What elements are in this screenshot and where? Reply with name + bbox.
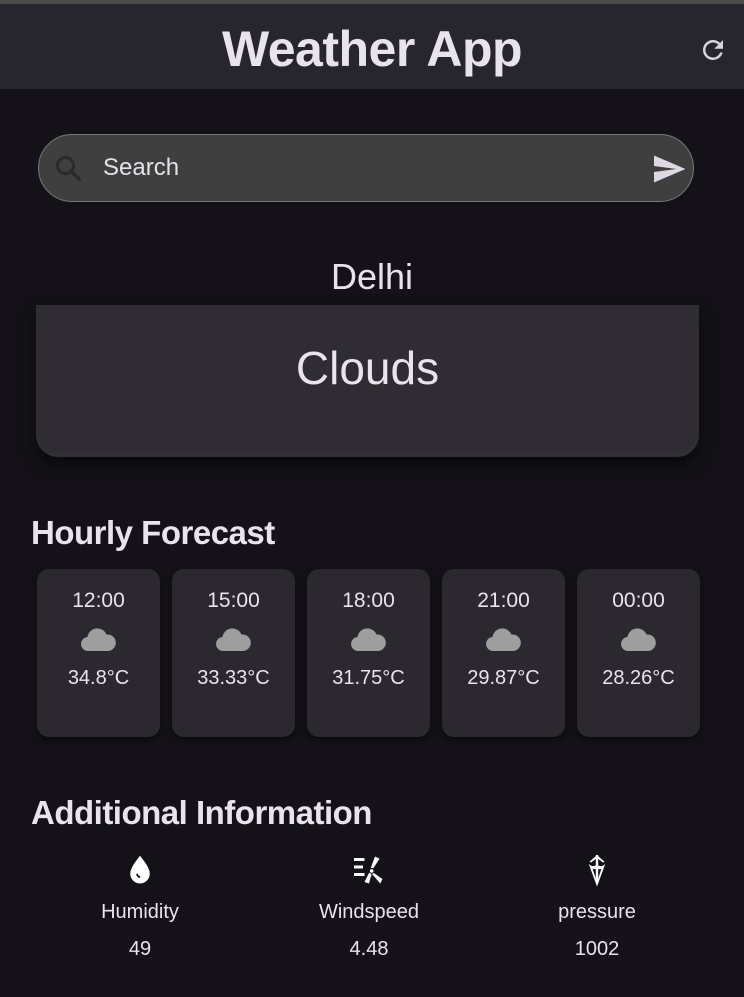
- cloud-icon: [351, 628, 386, 651]
- weather-condition: Clouds: [295, 342, 440, 394]
- forecast-temperature: 34.8°C: [67, 667, 130, 689]
- info-label: Windspeed: [318, 901, 420, 923]
- additional-information-title: Additional Information: [31, 794, 372, 831]
- info-value: 49: [128, 938, 152, 960]
- hourly-forecast-card: 00:00 28.26°C: [577, 569, 700, 737]
- cloud-icon: [81, 628, 116, 651]
- refresh-button[interactable]: [693, 30, 733, 70]
- info-item-humidity: Humidity 49: [40, 852, 240, 972]
- forecast-time: 15:00: [207, 589, 260, 612]
- info-label: pressure: [558, 901, 636, 923]
- city-name: Delhi: [330, 256, 414, 297]
- condition-card: Clouds: [36, 305, 699, 457]
- forecast-temperature: 29.87°C: [467, 667, 540, 689]
- forecast-time: 12:00: [72, 589, 125, 612]
- info-value: 4.48: [349, 938, 389, 960]
- forecast-temperature: 28.26°C: [602, 667, 675, 689]
- info-item-windspeed: Windspeed 4.48: [269, 852, 469, 972]
- umbrella-icon: [588, 855, 606, 887]
- water-drop-icon: [130, 855, 150, 884]
- refresh-icon: [702, 39, 723, 60]
- info-item-pressure: pressure 1002: [497, 852, 697, 972]
- hourly-forecast-card: 18:00 31.75°C: [307, 569, 430, 737]
- cloud-icon: [621, 628, 656, 651]
- search-input[interactable]: [103, 135, 623, 200]
- search-icon: [55, 155, 81, 181]
- forecast-temperature: 31.75°C: [332, 667, 405, 689]
- forecast-time: 00:00: [612, 589, 665, 612]
- hourly-forecast-card: 12:00 34.8°C: [37, 569, 160, 737]
- hourly-forecast-card: 15:00 33.33°C: [172, 569, 295, 737]
- app-bar: Weather App: [0, 4, 744, 89]
- forecast-time: 18:00: [342, 589, 395, 612]
- cloud-icon: [216, 628, 251, 651]
- forecast-temperature: 33.33°C: [197, 667, 270, 689]
- forecast-time: 21:00: [477, 589, 530, 612]
- wind-turbine-icon: [354, 856, 383, 884]
- search-bar: [38, 134, 694, 202]
- cloud-icon: [486, 628, 521, 651]
- send-icon[interactable]: [649, 151, 689, 187]
- info-value: 1002: [574, 938, 620, 960]
- info-label: Humidity: [101, 901, 179, 923]
- hourly-forecast-title: Hourly Forecast: [31, 514, 275, 551]
- app-title: Weather App: [221, 21, 523, 77]
- hourly-forecast-card: 21:00 29.87°C: [442, 569, 565, 737]
